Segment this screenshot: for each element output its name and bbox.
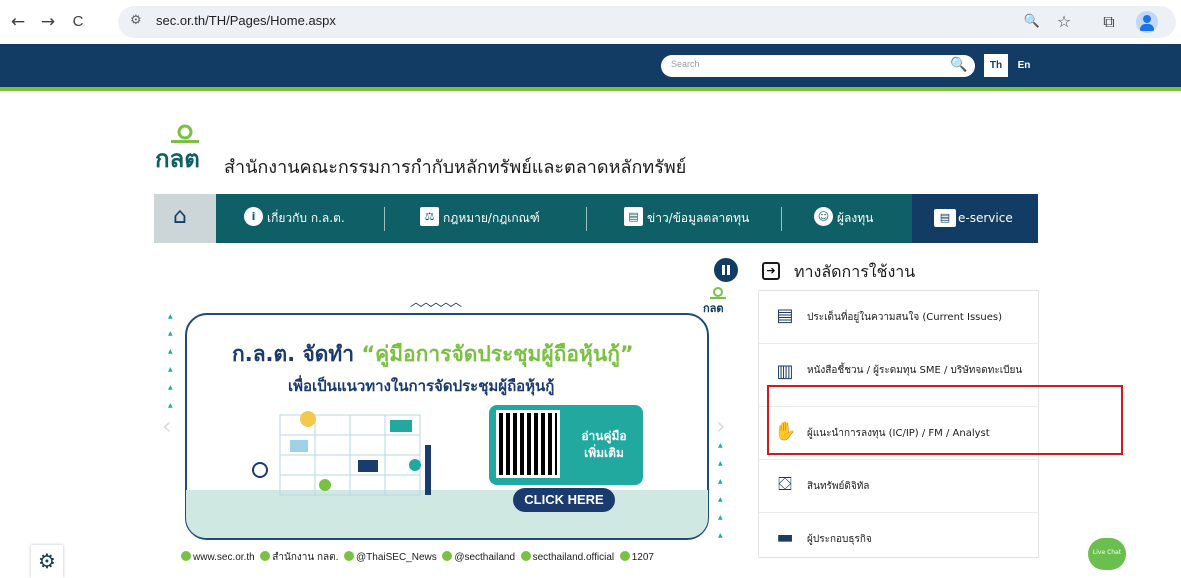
site-search-input[interactable]: Search 🔍 — [661, 55, 975, 77]
decor-triangle: ▲ — [718, 460, 723, 467]
shortcut-label: ประเด็นที่อยู่ในความสนใจ (Current Issues… — [807, 312, 1002, 323]
decor-triangle: ▲ — [168, 384, 173, 391]
back-icon[interactable]: ← — [6, 10, 30, 34]
qr-code — [496, 410, 560, 478]
web-icon — [181, 551, 191, 561]
browser-toolbar: ← → C ⚙ sec.or.th/TH/Pages/Home.aspx 🔍 ☆… — [0, 0, 1181, 44]
twitter-icon — [344, 551, 355, 561]
decor-triangle: ▲ — [168, 313, 173, 320]
phone-icon — [619, 551, 630, 561]
facebook-icon — [260, 551, 271, 561]
shortcut-icon: ➔ — [762, 262, 780, 280]
law-icon: ⚖ — [420, 207, 439, 226]
banner-subheadline: เพื่อเป็นแนวทางในการจัดประชุมผู้ถือหุ้นก… — [288, 377, 555, 395]
menu-item-investors[interactable]: ☺ ผู้ลงทุน — [814, 194, 873, 243]
menu-home-button[interactable]: ⌂ — [154, 194, 216, 243]
decor-triangle: ▲ — [718, 442, 723, 449]
lang-th-button[interactable]: Th — [984, 54, 1008, 77]
live-chat-button[interactable]: Live Chat — [1084, 534, 1132, 578]
menu-item-eservice[interactable]: ▤ e-service — [912, 194, 1038, 243]
decor-triangle: ▲ — [718, 478, 723, 485]
shortcut-current-issues[interactable]: ▤ ประเด็นที่อยู่ในความสนใจ (Current Issu… — [759, 291, 1038, 344]
decor-triangle: ▲ — [168, 348, 173, 355]
decor-triangle: ▲ — [718, 514, 723, 521]
menu-item-label: ผู้ลงทุน — [837, 211, 874, 225]
eservice-icon: ▤ — [934, 209, 956, 227]
shortcut-label: สินทรัพย์ดิจิทัล — [807, 481, 870, 492]
menu-item-label: เกี่ยวกับ ก.ล.ต. — [267, 211, 345, 225]
eservice-label: e-service — [958, 211, 1013, 225]
menu-item-news[interactable]: ▤ ข่าว/ข้อมูลตลาดทุน — [624, 194, 749, 243]
highlight-box — [767, 385, 1123, 455]
main-menu: ⌂ i เกี่ยวกับ ก.ล.ต. ⚖ กฎหมาย/กฎเกณฑ์ ▤ ข่า… — [154, 194, 1038, 243]
line-icon — [442, 551, 453, 561]
search-placeholder: Search — [671, 59, 700, 69]
address-bar[interactable]: ⚙ sec.or.th/TH/Pages/Home.aspx — [118, 6, 1176, 38]
menu-divider — [586, 207, 587, 231]
illustration — [252, 411, 431, 496]
banner-headline: ก.ล.ต. จัดทำ “คู่มือการจัดประชุมผู้ถือหุ… — [232, 342, 634, 366]
zoom-icon[interactable]: 🔍 — [1020, 10, 1044, 34]
reload-icon[interactable]: C — [66, 10, 90, 34]
menu-item-label: ข่าว/ข้อมูลตลาดทุน — [647, 211, 750, 225]
instagram-icon — [520, 551, 531, 561]
banner-logo: กลต — [703, 286, 733, 316]
wave-decoration: ︿︿︿︿︿ — [410, 295, 462, 309]
extensions-icon[interactable]: ⧉ — [1097, 10, 1121, 34]
site-top-bar: Search 🔍 Th En — [0, 44, 1181, 87]
carousel-pause-button[interactable] — [714, 258, 738, 282]
menu-item-label: กฎหมาย/กฎเกณฑ์ — [443, 211, 540, 225]
document-icon: ▤ — [776, 305, 794, 326]
site-info-icon[interactable]: ⚙ — [130, 13, 148, 31]
decor-triangle: ▲ — [168, 330, 173, 337]
logo-text: กลต — [155, 145, 200, 171]
carousel-prev-icon[interactable]: ‹ — [162, 412, 172, 440]
settings-gear-icon[interactable]: ⚙ — [31, 545, 63, 578]
forward-icon[interactable]: → — [36, 10, 60, 34]
investor-icon: ☺ — [814, 207, 833, 226]
live-chat-icon: Live Chat — [1088, 538, 1126, 570]
header-accent-line — [0, 87, 1181, 91]
decor-triangle: ▲ — [168, 402, 173, 409]
home-icon: ⌂ — [173, 204, 187, 229]
search-icon[interactable]: 🔍 — [950, 57, 967, 73]
org-name: สำนักงานคณะกรรมการกำกับหลักทรัพย์และตลาด… — [224, 157, 687, 178]
info-icon: i — [244, 207, 263, 226]
banner-footer: www.sec.or.th สำนักงาน กลต. @ThaiSEC_New… — [181, 550, 654, 565]
svg-text:กลต: กลต — [703, 302, 724, 315]
url-text[interactable]: sec.or.th/TH/Pages/Home.aspx — [156, 13, 336, 28]
shortcut-label: ผู้ประกอบธุรกิจ — [807, 534, 872, 545]
menu-divider — [781, 207, 782, 231]
building-icon: ▥ — [776, 361, 794, 382]
profile-avatar[interactable] — [1136, 11, 1158, 33]
decor-triangle: ▲ — [168, 366, 173, 373]
news-icon: ▤ — [624, 207, 643, 226]
bookmark-star-icon[interactable]: ☆ — [1052, 10, 1076, 34]
decor-triangle: ▲ — [718, 532, 723, 539]
briefcase-icon: ▬ — [776, 527, 794, 548]
digital-asset-icon: ⛋ — [778, 474, 792, 495]
lang-en-button[interactable]: En — [1012, 54, 1036, 77]
sec-logo[interactable]: กลต — [155, 121, 215, 173]
carousel-next-icon[interactable]: › — [716, 412, 726, 440]
shortcut-digital-assets[interactable]: ⛋ สินทรัพย์ดิจิทัล — [759, 460, 1038, 513]
click-here-button[interactable]: CLICK HERE — [513, 488, 615, 512]
shortcut-business-operators[interactable]: ▬ ผู้ประกอบธุรกิจ — [759, 513, 1038, 566]
shortcuts-title: ทางลัดการใช้งาน — [794, 262, 916, 281]
menu-item-laws[interactable]: ⚖ กฎหมาย/กฎเกณฑ์ — [420, 194, 540, 243]
qr-cta-text: อ่านคู่มือ เพิ่มเติม — [581, 429, 627, 460]
decor-triangle: ▲ — [718, 496, 723, 503]
menu-item-about[interactable]: i เกี่ยวกับ ก.ล.ต. — [244, 194, 345, 243]
menu-divider — [384, 207, 385, 231]
